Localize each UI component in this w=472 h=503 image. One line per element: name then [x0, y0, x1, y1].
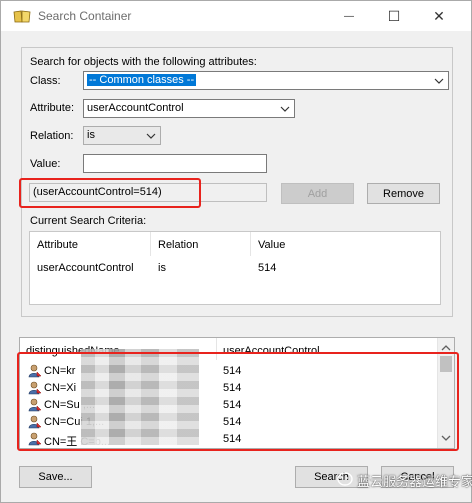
class-dropdown[interactable]: -- Common classes -- — [83, 71, 449, 90]
close-icon: ✕ — [433, 7, 445, 24]
chevron-down-icon — [146, 133, 156, 139]
book-icon — [13, 10, 31, 23]
minimize-button[interactable]: — — [327, 1, 371, 31]
close-button[interactable]: ✕ — [417, 1, 461, 31]
criteria-cell-attribute: userAccountControl — [37, 262, 134, 274]
search-container-window: Search Container — ☐ ✕ Search for object… — [0, 0, 472, 503]
remove-button[interactable]: Remove — [367, 183, 440, 204]
criteria-cell-relation: is — [158, 262, 166, 274]
preview-highlight — [19, 178, 201, 208]
maximize-icon: ☐ — [387, 7, 401, 24]
criteria-col-relation[interactable]: Relation — [151, 232, 251, 256]
results-highlight — [17, 352, 459, 451]
criteria-heading: Current Search Criteria: — [30, 215, 147, 227]
relation-label: Relation: — [30, 130, 74, 142]
attribute-dropdown[interactable]: userAccountControl — [83, 99, 295, 118]
window-title: Search Container — [38, 9, 132, 23]
criteria-col-value[interactable]: Value — [251, 232, 439, 256]
attribute-value: userAccountControl — [87, 102, 184, 114]
add-button[interactable]: Add — [281, 183, 354, 204]
attribute-label: Attribute: — [30, 102, 75, 114]
chevron-down-icon — [434, 78, 444, 84]
chevron-down-icon — [280, 106, 290, 112]
criteria-list[interactable]: Attribute Relation Value userAccountCont… — [29, 231, 441, 305]
criteria-col-attribute[interactable]: Attribute — [30, 232, 151, 256]
title-bar[interactable]: Search Container — ☐ ✕ — [1, 1, 471, 31]
wechat-icon — [337, 472, 353, 486]
search-heading: Search for objects with the following at… — [30, 56, 257, 68]
watermark-text: 蓝云服务器运维专家 — [357, 474, 472, 489]
class-value: -- Common classes -- — [87, 74, 197, 86]
value-label: Value: — [30, 158, 61, 170]
save-button[interactable]: Save... — [19, 466, 92, 488]
relation-dropdown[interactable]: is — [83, 126, 161, 145]
relation-value: is — [87, 129, 95, 141]
maximize-button[interactable]: ☐ — [372, 1, 416, 31]
criteria-cell-value: 514 — [258, 262, 277, 274]
value-input[interactable] — [83, 154, 267, 173]
class-label: Class: — [30, 75, 61, 87]
criteria-row[interactable]: userAccountControl is 514 — [30, 259, 440, 277]
minimize-icon: — — [344, 10, 354, 22]
